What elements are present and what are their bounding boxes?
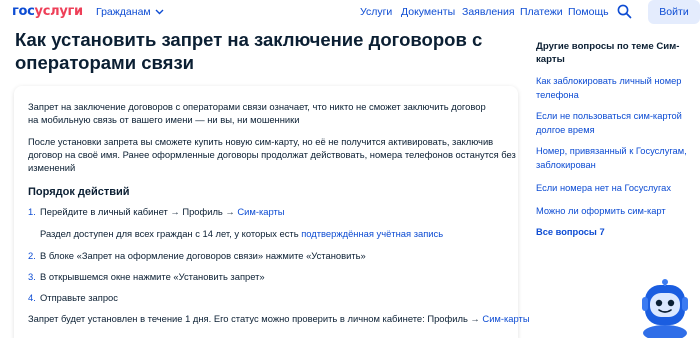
step-item: В открывшемся окне нажмите «Установить з… xyxy=(40,271,265,282)
nav-item-documents[interactable]: Документы xyxy=(401,6,455,18)
status-note: Запрет будет установлен в течение 1 дня.… xyxy=(28,311,530,326)
site-header: госуслуги Гражданам Услуги Документы Зая… xyxy=(0,0,700,25)
step-number: 3. xyxy=(28,271,36,282)
steps-title: Порядок действий xyxy=(28,186,130,198)
sidebar-link-unused-sim[interactable]: Если не пользоваться сим-картой долгое в… xyxy=(536,109,696,137)
citizens-dropdown[interactable]: Гражданам xyxy=(96,6,164,18)
nav-item-services[interactable]: Услуги xyxy=(360,6,392,18)
robot-assistant-icon[interactable] xyxy=(640,275,690,338)
nav-item-payments[interactable]: Платежи xyxy=(520,6,563,18)
sidebar-link-block-number[interactable]: Как заблокировать личный номер телефона xyxy=(536,74,696,102)
login-button[interactable]: Войти xyxy=(648,0,700,24)
step-item: Перейдите в личный кабинет → Профиль → С… xyxy=(40,204,285,219)
paragraph-line: изменений xyxy=(28,162,76,173)
step-number: 2. xyxy=(28,250,36,261)
sidebar-title: Другие вопросы по теме Сим-карты xyxy=(536,41,680,65)
step-item: Отправьте запрос xyxy=(40,292,118,303)
step-number: 4. xyxy=(28,292,36,303)
step-note-text: Раздел доступен для всех граждан с 14 ле… xyxy=(40,228,302,239)
nav-item-applications[interactable]: Заявления xyxy=(462,6,515,18)
step-note: Раздел доступен для всех граждан с 14 ле… xyxy=(40,226,443,241)
citizens-label: Гражданам xyxy=(96,6,151,18)
sidebar-link-no-number[interactable]: Если номера нет на Госуслугах xyxy=(536,181,696,195)
sim-cards-footer-link[interactable]: Сим-карты xyxy=(482,313,529,324)
sim-cards-link[interactable]: Сим-карты xyxy=(237,206,284,217)
paragraph-line: договор на своё имя. Ранее оформленные д… xyxy=(28,149,516,160)
step-text: Перейдите в личный кабинет → Профиль → xyxy=(40,206,238,217)
nav-item-help[interactable]: Помощь xyxy=(568,6,609,18)
sidebar-link-issue-sim[interactable]: Можно ли оформить сим-карт xyxy=(536,204,696,218)
search-icon[interactable] xyxy=(617,4,632,19)
status-note-text: Запрет будет установлен в течение 1 дня.… xyxy=(28,313,483,324)
page-title: Как установить запрет на заключение дого… xyxy=(15,29,483,73)
all-questions-link[interactable]: Все вопросы 7 xyxy=(536,227,605,237)
step-number: 1. xyxy=(28,206,36,217)
chevron-down-icon xyxy=(155,9,164,15)
verified-account-link[interactable]: подтверждённая учётная запись xyxy=(301,228,443,239)
sidebar-link-number-blocked[interactable]: Номер, привязанный к Госуслугам, заблоки… xyxy=(536,144,696,172)
gosuslugi-logo[interactable]: госуслуги xyxy=(12,4,83,19)
intro-text-line: на мобильную связь от вашего имени — ни … xyxy=(28,114,300,125)
step-item: В блоке «Запрет на оформление договоров … xyxy=(40,250,366,261)
